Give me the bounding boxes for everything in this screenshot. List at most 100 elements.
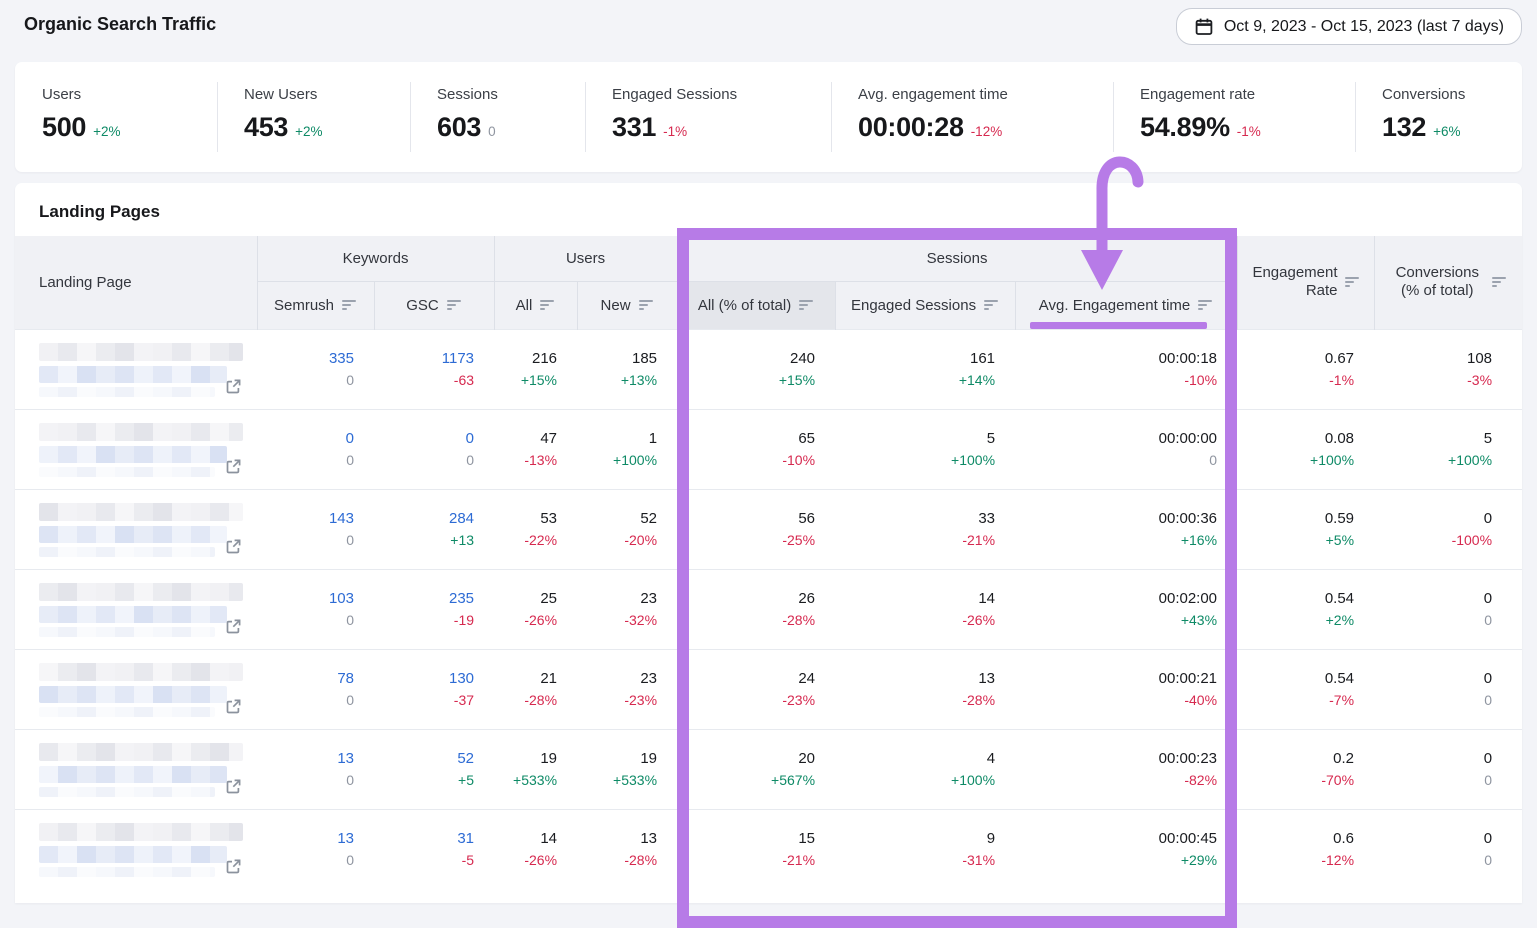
cell-value: 5 <box>835 428 995 450</box>
external-link-icon[interactable] <box>225 618 242 635</box>
cell-value: 13 <box>835 668 995 690</box>
cell-value-link[interactable]: 143 <box>257 508 354 530</box>
column-header-conversions[interactable]: Conversions (% of total) <box>1374 236 1522 329</box>
cell-value-link[interactable]: 13 <box>257 828 354 850</box>
external-link-icon[interactable] <box>225 378 242 395</box>
users-new-cell: 1+100% <box>577 409 677 489</box>
external-link-icon[interactable] <box>225 538 242 555</box>
gsc-label: GSC <box>406 297 439 314</box>
external-link-icon[interactable] <box>225 698 242 715</box>
column-header-engaged-sessions[interactable]: Engaged Sessions <box>835 281 1015 329</box>
blurred-landing-page-title <box>39 663 243 681</box>
sort-icon[interactable] <box>1492 277 1507 288</box>
stat-card: Engaged Sessions 331 -1% <box>585 78 831 156</box>
sort-icon[interactable] <box>540 300 555 311</box>
table-row: 3350 1173-63 216+15% 185+13% 240+15% 161… <box>15 329 1522 409</box>
cell-value-link[interactable]: 52 <box>374 748 474 770</box>
landing-page-cell <box>15 329 257 409</box>
cell-delta: +100% <box>577 450 657 471</box>
cell-delta: -28% <box>835 690 995 711</box>
cell-value-link[interactable]: 31 <box>374 828 474 850</box>
stat-card: New Users 453 +2% <box>217 78 410 156</box>
cell-value-link[interactable]: 284 <box>374 508 474 530</box>
sort-icon[interactable] <box>799 300 814 311</box>
conversions-cell: 0-100% <box>1374 489 1522 569</box>
cell-delta: 0 <box>257 370 354 391</box>
cell-value: 47 <box>494 428 557 450</box>
blurred-landing-page-title <box>39 503 243 521</box>
external-link-icon[interactable] <box>225 458 242 475</box>
cell-value-link[interactable]: 235 <box>374 588 474 610</box>
sort-icon[interactable] <box>1198 300 1213 311</box>
cell-value-link[interactable]: 0 <box>257 428 354 450</box>
avg-engagement-time-cell: 00:00:23-82% <box>1015 729 1237 809</box>
cell-value-link[interactable]: 335 <box>257 348 354 370</box>
cell-value: 0.54 <box>1237 668 1354 690</box>
cell-value: 25 <box>494 588 557 610</box>
external-link-icon[interactable] <box>225 778 242 795</box>
gsc-cell: 00 <box>374 409 494 489</box>
users-all-label: All <box>516 297 533 314</box>
semrush-cell: 1030 <box>257 569 374 649</box>
semrush-cell: 130 <box>257 729 374 809</box>
column-header-sessions-all[interactable]: All (% of total) <box>677 281 835 329</box>
cell-delta: 0 <box>257 690 354 711</box>
cell-value-link[interactable]: 1173 <box>374 348 474 370</box>
column-header-avg-engagement-time[interactable]: Avg. Engagement time <box>1015 281 1237 329</box>
users-new-label: New <box>601 297 631 314</box>
column-header-engagement-rate[interactable]: Engagement Rate <box>1237 236 1374 329</box>
cell-value-link[interactable]: 130 <box>374 668 474 690</box>
cell-delta: -26% <box>494 610 557 631</box>
users-all-cell: 14-26% <box>494 809 577 889</box>
cell-value: 23 <box>577 588 657 610</box>
stat-delta: +6% <box>1433 124 1460 139</box>
conversions-cell: 00 <box>1374 729 1522 809</box>
engagement-rate-label: Engagement Rate <box>1246 264 1338 300</box>
cell-value: 52 <box>577 508 657 530</box>
sort-icon[interactable] <box>342 300 357 311</box>
sort-icon[interactable] <box>1345 277 1360 288</box>
avg-engagement-time-cell: 00:02:00+43% <box>1015 569 1237 649</box>
cell-delta: -25% <box>677 530 815 551</box>
engagement-rate-cell: 0.08+100% <box>1237 409 1374 489</box>
cell-delta: -26% <box>835 610 995 631</box>
cell-delta: -32% <box>577 610 657 631</box>
stat-value: 132 <box>1382 112 1426 143</box>
column-header-gsc[interactable]: GSC <box>374 281 494 329</box>
cell-value-link[interactable]: 103 <box>257 588 354 610</box>
cell-delta: -7% <box>1237 690 1354 711</box>
stat-card: Conversions 132 +6% <box>1355 78 1522 156</box>
stat-label: Engaged Sessions <box>612 86 823 103</box>
blurred-landing-page-title <box>39 743 243 761</box>
cell-value: 4 <box>835 748 995 770</box>
cell-value: 216 <box>494 348 557 370</box>
column-header-semrush[interactable]: Semrush <box>257 281 374 329</box>
cell-value: 00:00:21 <box>1015 668 1217 690</box>
blurred-landing-page-url <box>39 606 227 623</box>
column-header-users-all[interactable]: All <box>494 281 577 329</box>
date-range-button[interactable]: Oct 9, 2023 - Oct 15, 2023 (last 7 days) <box>1176 8 1522 45</box>
page-title: Organic Search Traffic <box>24 14 216 35</box>
cell-value-link[interactable]: 0 <box>374 428 474 450</box>
engaged-sessions-cell: 33-21% <box>835 489 1015 569</box>
engaged-sessions-cell: 9-31% <box>835 809 1015 889</box>
cell-value-link[interactable]: 78 <box>257 668 354 690</box>
blurred-landing-page-url <box>39 366 227 383</box>
sessions-all-cell: 26-28% <box>677 569 835 649</box>
sort-icon[interactable] <box>447 300 462 311</box>
table-row: 130 31-5 14-26% 13-28% 15-21% 9-31% 00:0… <box>15 809 1522 889</box>
column-header-users-new[interactable]: New <box>577 281 677 329</box>
users-all-cell: 53-22% <box>494 489 577 569</box>
sort-icon[interactable] <box>639 300 654 311</box>
semrush-cell: 780 <box>257 649 374 729</box>
landing-page-cell <box>15 409 257 489</box>
blurred-landing-page-url <box>39 446 227 463</box>
column-header-landing-page: Landing Page <box>15 236 257 329</box>
cell-value: 19 <box>577 748 657 770</box>
sort-icon[interactable] <box>984 300 999 311</box>
column-group-sessions: Sessions <box>677 236 1237 281</box>
cell-value: 00:02:00 <box>1015 588 1217 610</box>
cell-value-link[interactable]: 13 <box>257 748 354 770</box>
external-link-icon[interactable] <box>225 858 242 875</box>
cell-value: 0 <box>1374 748 1492 770</box>
